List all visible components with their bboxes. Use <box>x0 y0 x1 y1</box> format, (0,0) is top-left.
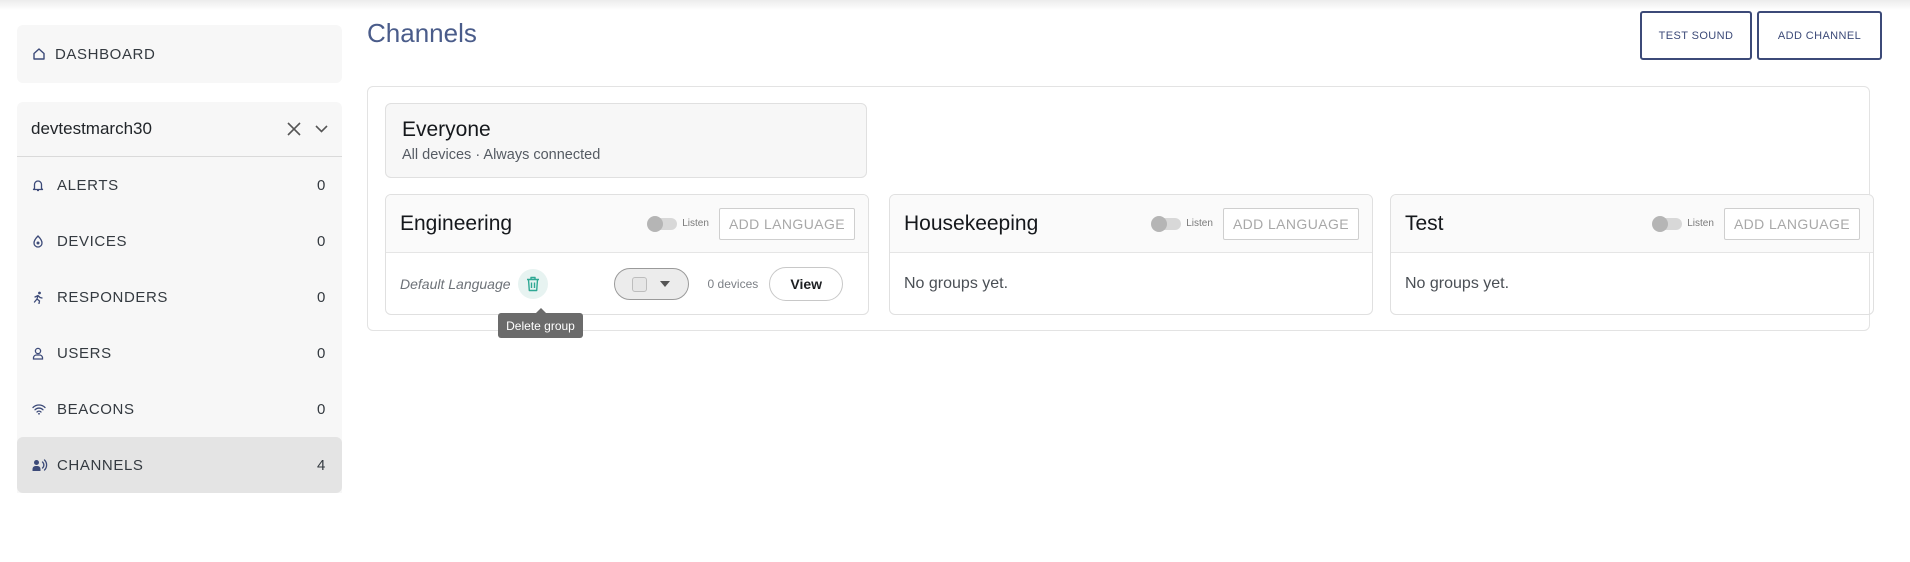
channel-card-engineering: Engineering Listen ADD LANGUAGE Default … <box>385 194 869 315</box>
group-row: No groups yet. <box>1391 253 1873 314</box>
bell-icon <box>32 179 48 192</box>
sidebar-item-alerts[interactable]: ALERTS 0 <box>17 157 342 213</box>
org-name: devtestmarch30 <box>31 119 152 138</box>
wifi-icon <box>32 403 48 415</box>
sidebar-item-count: 0 <box>317 288 326 306</box>
channel-header: Engineering Listen ADD LANGUAGE <box>386 195 868 253</box>
home-icon <box>32 47 46 61</box>
org-selector[interactable]: devtestmarch30 <box>17 102 342 157</box>
sidebar-item-label: ALERTS <box>57 176 119 194</box>
sidebar-nav: ALERTS 0 DEVICES 0 RESPONDERS 0 USERS 0 <box>17 157 342 493</box>
sidebar-item-label: DASHBOARD <box>55 45 156 63</box>
trash-icon[interactable] <box>517 269 548 299</box>
runner-icon <box>32 291 48 304</box>
device-icon <box>32 234 48 248</box>
channel-card-housekeeping: Housekeeping Listen ADD LANGUAGE No grou… <box>889 194 1373 315</box>
channel-header: Test Listen ADD LANGUAGE <box>1391 195 1873 253</box>
sidebar-item-count: 4 <box>317 456 326 474</box>
sidebar-item-label: USERS <box>57 344 112 362</box>
device-count: 0 devices <box>707 277 759 291</box>
sidebar-item-count: 0 <box>317 400 326 418</box>
sidebar-item-users[interactable]: USERS 0 <box>17 325 342 381</box>
clear-icon[interactable] <box>287 122 301 136</box>
empty-groups-text: No groups yet. <box>904 275 1009 292</box>
sidebar-item-count: 0 <box>317 176 326 194</box>
add-language-button[interactable]: ADD LANGUAGE <box>1222 207 1359 240</box>
channel-header: Housekeeping Listen ADD LANGUAGE <box>890 195 1372 253</box>
sidebar-item-label: CHANNELS <box>57 456 144 474</box>
channel-card-test: Test Listen ADD LANGUAGE No groups yet. <box>1390 194 1874 315</box>
sidebar-item-count: 0 <box>317 344 326 362</box>
user-icon <box>32 347 48 360</box>
sidebar-item-beacons[interactable]: BEACONS 0 <box>17 381 342 437</box>
group-row: No groups yet. <box>890 253 1372 314</box>
sidebar: DASHBOARD devtestmarch30 ALERTS 0 DEVICE… <box>17 25 342 493</box>
sidebar-item-devices[interactable]: DEVICES 0 <box>17 213 342 269</box>
speaker-person-icon <box>32 459 48 471</box>
top-shadow <box>0 0 1910 10</box>
caret-down-icon <box>659 281 670 287</box>
empty-groups-text: No groups yet. <box>1405 275 1510 292</box>
page-title: Channels <box>367 18 477 48</box>
select-checkbox <box>631 276 647 292</box>
channel-name: Housekeeping <box>904 211 1039 235</box>
listen-toggle[interactable] <box>647 215 678 232</box>
channel-name: Engineering <box>400 211 513 235</box>
channel-name: Test <box>1405 211 1444 235</box>
add-language-button[interactable]: ADD LANGUAGE <box>718 207 855 240</box>
device-select[interactable] <box>613 268 689 300</box>
everyone-card[interactable]: Everyone All devices · Always connected <box>385 103 867 178</box>
channels-panel: Everyone All devices · Always connected … <box>367 86 1874 331</box>
everyone-subtitle: All devices · Always connected <box>402 147 601 163</box>
group-language: Default Language <box>400 276 511 292</box>
listen-label: Listen <box>1687 218 1714 229</box>
listen-label: Listen <box>682 218 709 229</box>
sidebar-item-responders[interactable]: RESPONDERS 0 <box>17 269 342 325</box>
everyone-title: Everyone <box>402 118 491 141</box>
listen-toggle[interactable] <box>1151 215 1182 232</box>
delete-group-tooltip: Delete group <box>498 308 583 338</box>
sidebar-item-label: BEACONS <box>57 400 135 418</box>
add-channel-button[interactable]: ADD CHANNEL <box>1757 11 1882 60</box>
listen-label: Listen <box>1186 218 1213 229</box>
sidebar-item-channels[interactable]: CHANNELS 4 <box>17 437 342 493</box>
chevron-down-icon[interactable] <box>315 125 328 133</box>
sidebar-item-dashboard[interactable]: DASHBOARD <box>17 25 342 83</box>
test-sound-button[interactable]: TEST SOUND <box>1640 11 1752 60</box>
sidebar-item-count: 0 <box>317 232 326 250</box>
sidebar-item-label: DEVICES <box>57 232 128 250</box>
add-language-button[interactable]: ADD LANGUAGE <box>1723 207 1860 240</box>
sidebar-item-label: RESPONDERS <box>57 288 169 306</box>
group-row: Default Language 0 devices View <box>386 253 868 314</box>
view-button[interactable]: View <box>769 267 844 301</box>
listen-toggle[interactable] <box>1652 215 1683 232</box>
